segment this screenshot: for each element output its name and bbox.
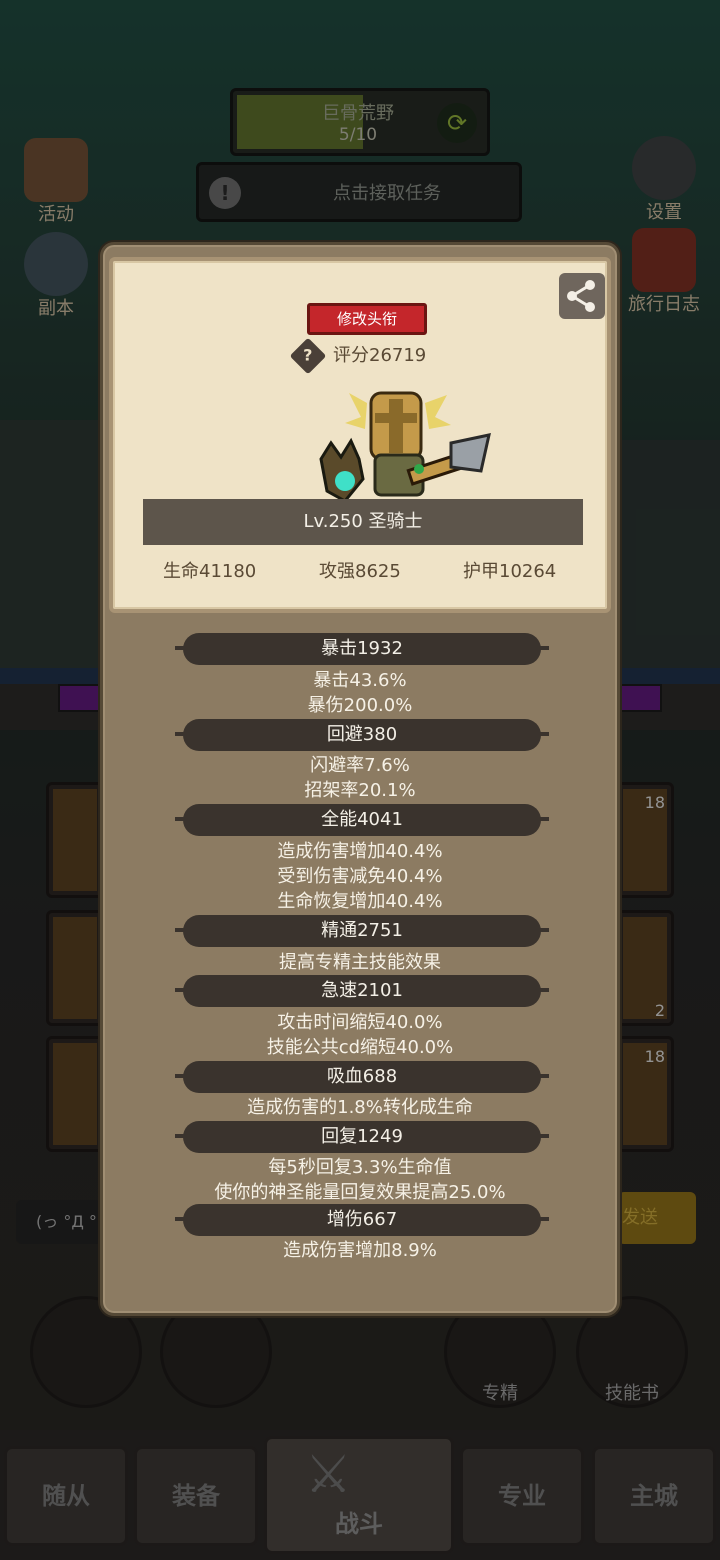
attribute-detail: 攻击时间缩短40.0%	[277, 1012, 443, 1033]
score-value: 评分26719	[333, 345, 427, 366]
character-stats-modal: 修改头衔 ? 评分26719 Lv.250 圣骑士 生命41180 攻强8625…	[100, 242, 620, 1316]
attribute-detail: 提高专精主技能效果	[279, 952, 441, 973]
attribute-header-haste: 急速2101	[175, 975, 549, 1007]
score-row: ? 评分26719	[289, 337, 427, 375]
level-class-banner: Lv.250 圣骑士	[143, 499, 583, 545]
attribute-detail: 招架率20.1%	[304, 780, 416, 801]
attribute-detail: 每5秒回复3.3%生命值	[268, 1157, 452, 1178]
attribute-detail: 暴击43.6%	[313, 670, 407, 691]
attribute-detail: 造成伤害的1.8%转化成生命	[247, 1097, 473, 1118]
attribute-detail: 造成伤害增加40.4%	[277, 841, 443, 862]
attack-power-stat: 攻强8625	[319, 561, 401, 582]
hp-stat: 生命41180	[163, 561, 257, 582]
character-card: 修改头衔 ? 评分26719 Lv.250 圣骑士 生命41180 攻强8625…	[109, 257, 611, 613]
attribute-header-crit: 暴击1932	[175, 633, 549, 665]
attribute-header-mastery: 精通2751	[175, 915, 549, 947]
attribute-header-lifesteal: 吸血688	[175, 1061, 549, 1093]
change-title-button[interactable]: 修改头衔	[307, 303, 427, 335]
attribute-detail: 使你的神圣能量回复效果提高25.0%	[214, 1182, 506, 1203]
share-button[interactable]	[559, 273, 605, 319]
attribute-detail: 造成伤害增加8.9%	[283, 1240, 437, 1261]
attribute-detail: 受到伤害减免40.4%	[277, 866, 443, 887]
attribute-detail: 闪避率7.6%	[310, 755, 410, 776]
share-icon	[567, 280, 595, 312]
attribute-detail: 技能公共cd缩短40.0%	[266, 1037, 454, 1058]
attribute-header-damage-bonus: 增伤667	[175, 1204, 549, 1236]
attribute-detail: 生命恢复增加40.4%	[277, 891, 443, 912]
attribute-detail: 暴伤200.0%	[307, 695, 413, 716]
attribute-header-regen: 回复1249	[175, 1121, 549, 1153]
attribute-header-avoidance: 回避380	[175, 719, 549, 751]
armor-stat: 护甲10264	[463, 561, 557, 582]
help-icon[interactable]: ?	[289, 337, 327, 375]
paladin-character-art	[319, 391, 491, 503]
attribute-header-versatility: 全能4041	[175, 804, 549, 836]
main-stats: 生命41180 攻强8625 护甲10264	[113, 557, 607, 587]
